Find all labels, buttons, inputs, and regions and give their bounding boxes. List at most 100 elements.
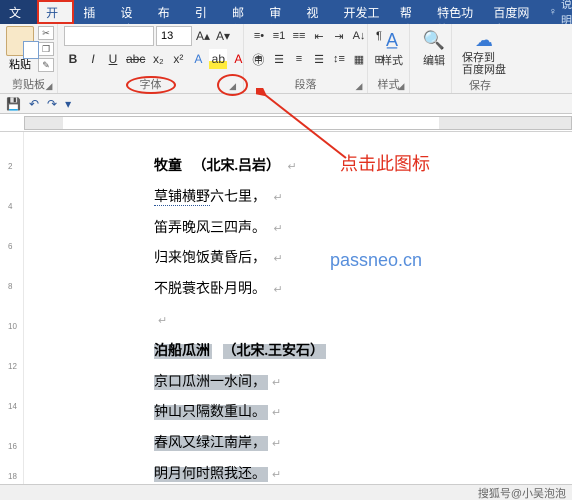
return-mark-icon: ↵ bbox=[272, 407, 281, 419]
poem2-title1: 泊船瓜洲 bbox=[154, 344, 212, 359]
paragraph-dialog-launcher[interactable]: ◢ bbox=[353, 80, 365, 92]
poem1-title1: 牧童 bbox=[154, 159, 182, 174]
group-label-save: 保存 bbox=[458, 76, 502, 94]
bullets-icon[interactable]: ≡• bbox=[250, 26, 268, 46]
styles-button[interactable]: A̲ 样式 bbox=[374, 26, 410, 68]
poem1-line2: 笛弄晚风三四声。 bbox=[154, 221, 266, 236]
sort-icon[interactable]: A↓ bbox=[350, 26, 368, 46]
line-spacing-icon[interactable]: ↕≡ bbox=[330, 49, 348, 69]
align-right-icon[interactable]: ≡ bbox=[290, 49, 308, 69]
decrease-indent-icon[interactable]: ⇤ bbox=[310, 26, 328, 46]
undo-icon[interactable]: ↶ bbox=[29, 97, 39, 111]
poem1-title2: （北宋.吕岩） bbox=[193, 159, 281, 174]
shading-icon[interactable]: ▦ bbox=[350, 49, 368, 69]
return-mark-icon: ↵ bbox=[272, 377, 281, 389]
poem1-line4: 不脱蓑衣卧月明。 bbox=[154, 282, 266, 297]
poem2-title2: （北宋.王安石） bbox=[223, 344, 327, 359]
justify-icon[interactable]: ☰ bbox=[310, 49, 328, 69]
ruler-vertical[interactable]: 2 4 6 8 10 12 14 16 18 bbox=[0, 132, 24, 484]
title-tabs: 文件 开始 插入 设计 布局 引用 邮件 审阅 视图 开发工具 帮助 特色功能 … bbox=[0, 0, 572, 24]
tab-file[interactable]: 文件 bbox=[0, 0, 37, 24]
return-mark-icon: ↵ bbox=[272, 469, 281, 481]
return-mark-icon: ↵ bbox=[274, 192, 283, 204]
bold-button[interactable]: B bbox=[64, 49, 82, 69]
tab-home[interactable]: 开始 bbox=[37, 0, 74, 24]
text-effects-icon[interactable]: A bbox=[189, 49, 207, 69]
group-label-paragraph: 段落 bbox=[250, 75, 361, 93]
tell-me-search[interactable]: ♀ 操作说明搜索 bbox=[541, 0, 572, 24]
tab-design[interactable]: 设计 bbox=[112, 0, 149, 24]
poem2-line3: 春风又绿江南岸， bbox=[154, 436, 268, 451]
superscript-button[interactable]: x² bbox=[169, 49, 187, 69]
cut-icon[interactable]: ✂ bbox=[38, 26, 54, 40]
grow-font-icon[interactable]: A▴ bbox=[194, 26, 212, 46]
selected-block: 泊船瓜洲 （北宋.王安石） 京口瓜洲一水间， ↵ 钟山只隔数重山。 ↵ 春风又绿江南… bbox=[154, 337, 572, 491]
editing-button[interactable]: 🔍 编辑 bbox=[416, 26, 452, 68]
ribbon: 粘贴 ✂ ❐ ✎ 剪贴板 ◢ 13 A▴ A▾ B I U abc x₂ bbox=[0, 24, 572, 94]
italic-button[interactable]: I bbox=[84, 49, 102, 69]
group-label-editing bbox=[416, 79, 445, 93]
qat-customize-icon[interactable]: ▾ bbox=[65, 97, 71, 111]
return-mark-icon: ↵ bbox=[274, 284, 283, 296]
find-icon: 🔍 bbox=[423, 28, 445, 52]
numbering-icon[interactable]: ≡1 bbox=[270, 26, 288, 46]
poem2-line2: 钟山只隔数重山。 bbox=[154, 405, 268, 420]
poem2-line4: 明月何时照我还。 bbox=[154, 467, 268, 482]
return-mark-icon: ↵ bbox=[274, 253, 283, 265]
ruler-horizontal[interactable] bbox=[0, 114, 572, 132]
save-baidu-button[interactable]: ☁ 保存到 百度网盘 bbox=[458, 26, 510, 76]
tab-featured[interactable]: 特色功能 bbox=[428, 0, 484, 24]
watermark: passneo.cn bbox=[330, 250, 422, 271]
document-page[interactable]: 牧童 （北宋.吕岩） ↵ 草铺横野六七里， ↵ 笛弄晚风三四声。 ↵ 归来饱饭黄… bbox=[24, 132, 572, 484]
strike-button[interactable]: abc bbox=[124, 49, 147, 69]
highlight-color-icon[interactable]: ab bbox=[209, 49, 227, 69]
poem2-line1: 京口瓜洲一水间， bbox=[154, 375, 268, 390]
group-paragraph: ≡• ≡1 ≡≡ ⇤ ⇥ A↓ ¶ ≡ ☰ ≡ ☰ ↕≡ ▦ ⊞ 段落 ◢ bbox=[244, 24, 368, 93]
styles-icon: A̲ bbox=[386, 28, 398, 52]
tab-view[interactable]: 视图 bbox=[297, 0, 334, 24]
styles-dialog-launcher[interactable]: ◢ bbox=[395, 80, 407, 92]
align-left-icon[interactable]: ≡ bbox=[250, 49, 268, 69]
poem1-line1b: 六七里， bbox=[210, 190, 266, 205]
group-font: 13 A▴ A▾ B I U abc x₂ x² A ab A ㊥ 字体 ◢ bbox=[58, 24, 244, 93]
group-clipboard: 粘贴 ✂ ❐ ✎ 剪贴板 ◢ bbox=[0, 24, 58, 93]
copy-icon[interactable]: ❐ bbox=[38, 42, 54, 56]
group-styles: A̲ 样式 样式 ◢ bbox=[368, 24, 410, 93]
group-save: ☁ 保存到 百度网盘 保存 bbox=[452, 24, 508, 93]
font-size-select[interactable]: 13 bbox=[156, 26, 192, 46]
tab-devtools[interactable]: 开发工具 bbox=[335, 0, 391, 24]
shrink-font-icon[interactable]: A▾ bbox=[214, 26, 232, 46]
return-mark-icon: ↵ bbox=[272, 438, 281, 450]
poem1-line3: 归来饱饭黄昏后， bbox=[154, 251, 266, 266]
multilevel-icon[interactable]: ≡≡ bbox=[290, 26, 308, 46]
format-painter-icon[interactable]: ✎ bbox=[38, 58, 54, 72]
footer-credit: 搜狐号@小吴泡泡 bbox=[0, 484, 572, 500]
annotation-text: 点击此图标 bbox=[340, 150, 430, 176]
tab-baidu[interactable]: 百度网盘 bbox=[484, 0, 540, 24]
return-mark-icon: ↵ bbox=[288, 161, 297, 173]
lightbulb-icon: ♀ bbox=[549, 6, 557, 18]
save-icon[interactable]: 💾 bbox=[6, 97, 21, 111]
paste-icon[interactable] bbox=[6, 26, 34, 56]
clipboard-dialog-launcher[interactable]: ◢ bbox=[43, 80, 55, 92]
tab-layout[interactable]: 布局 bbox=[149, 0, 186, 24]
tab-insert[interactable]: 插入 bbox=[74, 0, 111, 24]
poem1-line1a: 草铺横野 bbox=[154, 190, 210, 206]
tab-review[interactable]: 审阅 bbox=[260, 0, 297, 24]
tab-help[interactable]: 帮助 bbox=[391, 0, 428, 24]
return-mark-icon: ↵ bbox=[274, 223, 283, 235]
redo-icon[interactable]: ↷ bbox=[47, 97, 57, 111]
tab-references[interactable]: 引用 bbox=[186, 0, 223, 24]
underline-button[interactable]: U bbox=[104, 49, 122, 69]
subscript-button[interactable]: x₂ bbox=[149, 49, 167, 69]
cloud-save-icon: ☁ bbox=[475, 28, 493, 52]
align-center-icon[interactable]: ☰ bbox=[270, 49, 288, 69]
return-mark-icon: ↵ bbox=[158, 315, 167, 327]
document-area: 2 4 6 8 10 12 14 16 18 牧童 （北宋.吕岩） ↵ 草铺横野… bbox=[0, 132, 572, 484]
group-label-font: 字体 bbox=[64, 75, 237, 93]
font-name-select[interactable] bbox=[64, 26, 154, 46]
group-editing: 🔍 编辑 bbox=[410, 24, 452, 93]
quick-access-toolbar: 💾 ↶ ↷ ▾ bbox=[0, 94, 572, 114]
increase-indent-icon[interactable]: ⇥ bbox=[330, 26, 348, 46]
tab-mailings[interactable]: 邮件 bbox=[223, 0, 260, 24]
